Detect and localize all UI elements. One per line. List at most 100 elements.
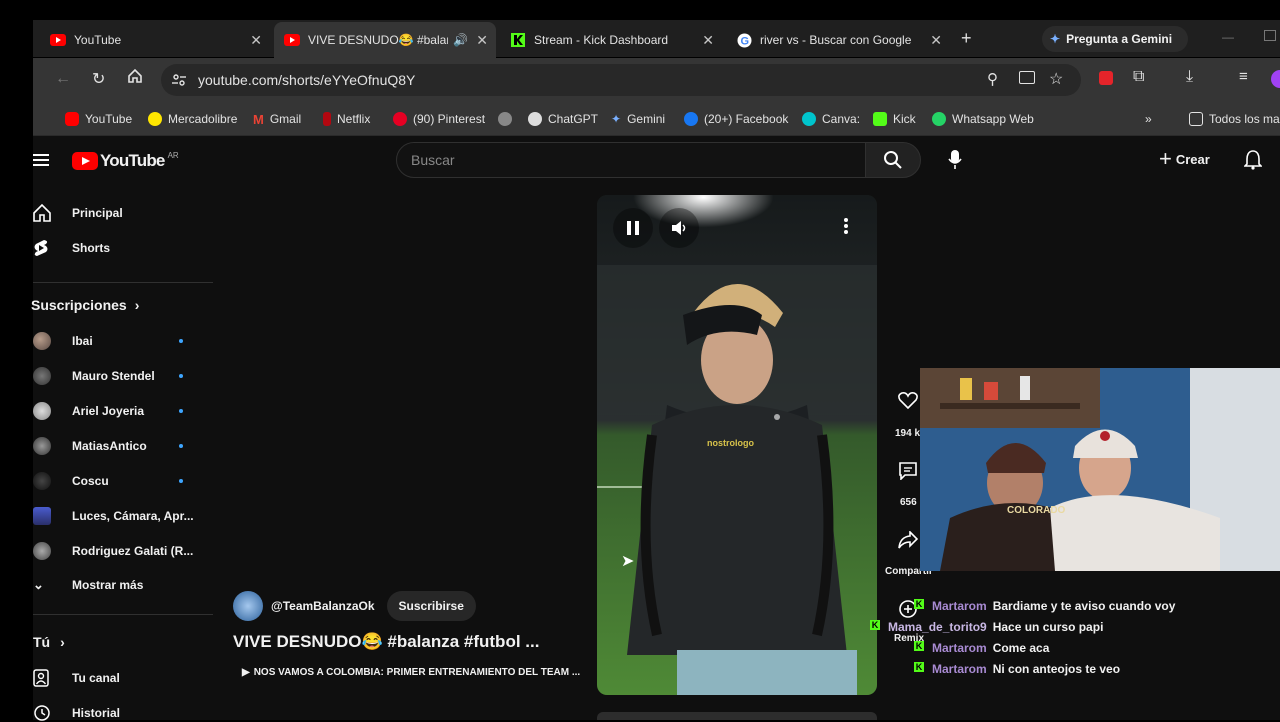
hamburger-menu-icon[interactable] [33, 153, 49, 172]
short-video-player[interactable]: nostrologo [597, 195, 877, 695]
url-text[interactable]: youtube.com/shorts/eYYeOfnuQ8Y [198, 72, 415, 88]
show-more-button[interactable]: ⌄ Mostrar más [33, 577, 143, 593]
bookmark-gemini[interactable]: ✦ Gemini [611, 110, 665, 128]
short-title[interactable]: VIVE DESNUDO😂 #balanza #futbol ... [233, 632, 539, 652]
gemini-icon: ✦ [611, 112, 622, 126]
speaker-icon[interactable]: 🔊 [453, 33, 468, 47]
more-bookmarks-chevron-icon[interactable]: » [1145, 110, 1152, 128]
zoom-icon[interactable]: ⚲ [987, 70, 998, 88]
bookmark-kick[interactable]: Kick [873, 110, 916, 128]
bookmark-star-icon[interactable]: ☆ [1049, 69, 1063, 89]
extensions-puzzle-icon[interactable]: ⧉ [1133, 68, 1144, 86]
tab-kick-dashboard[interactable]: Stream - Kick Dashboard ✕ [510, 22, 722, 58]
chevron-right-icon: › [134, 297, 140, 313]
mercadolibre-icon [148, 112, 162, 126]
bookmark-whatsapp[interactable]: Whatsapp Web [932, 110, 1034, 128]
create-button[interactable]: + Crear [1159, 146, 1210, 171]
more-options-icon[interactable] [843, 217, 849, 240]
download-icon[interactable]: ⤓ [1186, 68, 1193, 86]
extension-record-icon[interactable] [1099, 71, 1113, 85]
site-info-icon[interactable] [171, 72, 187, 93]
bookmark-canva[interactable]: Canva: [802, 110, 860, 128]
share-button[interactable] [898, 530, 919, 554]
subscription-item[interactable]: MatiasAntico [33, 437, 213, 455]
sidebar-item-shorts[interactable]: Shorts [33, 239, 110, 257]
media-control-icon[interactable]: ≡ [1239, 68, 1248, 85]
whatsapp-icon [932, 112, 946, 126]
profile-avatar[interactable] [1271, 70, 1280, 88]
close-tab-icon[interactable]: ✕ [250, 32, 262, 49]
gemini-button[interactable]: ✦ Pregunta a Gemini [1042, 26, 1188, 52]
tab-google-search[interactable]: G river vs - Buscar con Google ✕ [736, 22, 950, 58]
tab-youtube[interactable]: YouTube ✕ [50, 22, 270, 58]
reload-icon[interactable]: ↻ [92, 69, 105, 89]
volume-icon [672, 221, 686, 235]
plus-icon: + [1159, 146, 1172, 171]
play-triangle-icon: ▶ [242, 667, 250, 678]
bookmark-gmail[interactable]: M Gmail [253, 110, 301, 128]
voice-search-button[interactable] [937, 142, 973, 178]
channel-avatar[interactable] [233, 591, 263, 621]
pause-icon [627, 221, 639, 235]
subscription-item[interactable]: Ibai [33, 332, 213, 350]
subscription-item[interactable]: Ariel Joyeria [33, 402, 213, 420]
subscription-item[interactable]: Rodriguez Galati (R... [33, 542, 213, 560]
home-icon[interactable] [127, 68, 143, 89]
bookmark-folder-all[interactable]: Todos los ma [1189, 110, 1280, 128]
subscription-item[interactable]: Mauro Stendel [33, 367, 213, 385]
subscribe-button[interactable]: Suscribirse [386, 591, 476, 621]
maximize-icon[interactable] [1264, 30, 1276, 41]
bookmark-label: Mercadolibre [168, 112, 238, 126]
bookmark-facebook[interactable]: (20+) Facebook [684, 110, 788, 128]
omnibox[interactable]: youtube.com/shorts/eYYeOfnuQ8Y ⚲ ☆ [161, 64, 1081, 96]
channel-avatar [33, 542, 51, 560]
kick-badge-icon: K [914, 599, 924, 609]
sidebar-divider [33, 614, 213, 615]
notifications-bell-icon[interactable] [1243, 150, 1263, 175]
kick-badge-icon: K [914, 641, 924, 651]
subscription-item[interactable]: Coscu [33, 472, 213, 490]
chat-message: K Martarom Bardiame y te aviso cuando voy [914, 599, 1175, 613]
bookmark-mercadolibre[interactable]: Mercadolibre [148, 110, 237, 128]
subscription-label: Ibai [72, 334, 93, 348]
bookmark-label: Whatsapp Web [952, 112, 1034, 126]
bookmark-youtube[interactable]: YouTube [65, 110, 132, 128]
close-tab-icon[interactable]: ✕ [702, 32, 714, 49]
youtube-logo[interactable]: YouTube AR [72, 151, 179, 171]
youtube-favicon-icon [284, 32, 300, 48]
sidebar-label: Shorts [72, 241, 111, 255]
next-short-preview[interactable] [597, 712, 877, 720]
channel-avatar [33, 472, 51, 490]
svg-text:G: G [740, 35, 749, 47]
related-video-link[interactable]: ▶ NOS VAMOS A COLOMBIA: PRIMER ENTRENAMI… [242, 667, 580, 678]
back-arrow-icon[interactable]: ← [55, 70, 71, 88]
install-app-icon[interactable] [1019, 71, 1035, 84]
subscriptions-header[interactable]: Suscripciones › [31, 297, 139, 313]
comments-button[interactable] [898, 462, 918, 485]
pause-button[interactable] [613, 208, 653, 248]
bookmark-chatgpt[interactable]: ChatGPT [528, 110, 598, 128]
sidebar-item-tu-canal[interactable]: Tu canal [33, 669, 120, 687]
new-tab-button[interactable]: + [961, 28, 972, 49]
search-input[interactable]: Buscar [396, 142, 866, 178]
subscription-item[interactable]: Luces, Cámara, Apr... [33, 507, 213, 525]
minimize-icon[interactable]: — [1222, 30, 1234, 44]
channel-handle[interactable]: @TeamBalanzaOk [271, 599, 375, 613]
close-tab-icon[interactable]: ✕ [930, 32, 942, 49]
chevron-right-icon: › [60, 634, 65, 650]
tab-active-short[interactable]: VIVE DESNUDO😂 #balan 🔊 ✕ [274, 22, 496, 58]
like-button[interactable] [897, 391, 919, 414]
history-icon [34, 705, 50, 721]
close-tab-icon[interactable]: ✕ [476, 32, 488, 49]
volume-button[interactable] [659, 208, 699, 248]
search-button[interactable] [865, 142, 921, 178]
bookmark-globe[interactable] [498, 110, 512, 128]
bookmark-pinterest[interactable]: (90) Pinterest [393, 110, 485, 128]
kick-badge-icon: K [914, 662, 924, 672]
shorts-icon [34, 240, 48, 256]
new-content-dot [179, 374, 183, 378]
you-header[interactable]: Tú › [33, 634, 65, 650]
sidebar-item-principal[interactable]: Principal [33, 204, 123, 222]
bookmark-netflix[interactable]: Netflix [323, 110, 370, 128]
sidebar-item-historial[interactable]: Historial [33, 704, 120, 722]
